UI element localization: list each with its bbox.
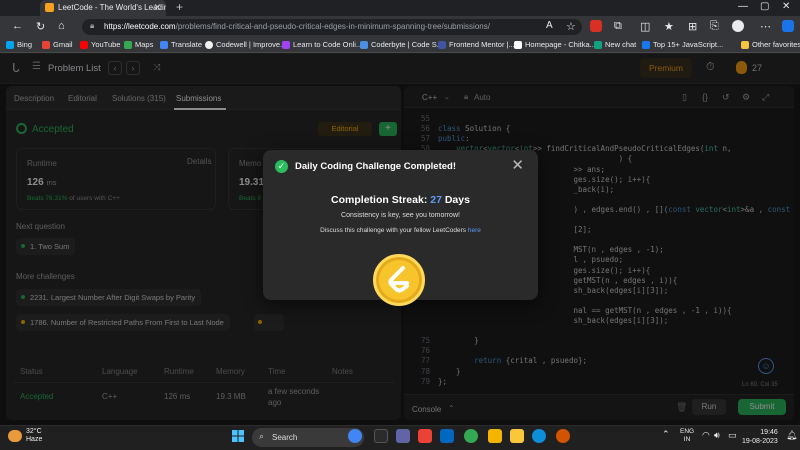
task-view-icon[interactable] xyxy=(374,429,388,443)
bookmark-gmail[interactable]: Gmail xyxy=(42,40,73,49)
tab-close-icon[interactable]: ✕ xyxy=(153,2,161,13)
app-red-icon[interactable] xyxy=(418,429,432,443)
daily-challenge-modal: ✓ Daily Coding Challenge Completed! ✕ Co… xyxy=(263,150,538,306)
frontend-mentor-icon xyxy=(438,41,446,49)
split-screen-icon[interactable]: ◫ xyxy=(640,20,650,33)
bookmark-translate[interactable]: Translate xyxy=(160,40,202,49)
browser-tab[interactable]: LeetCode - The World's Leading ✕ xyxy=(40,0,166,16)
codewell-icon xyxy=(205,41,213,49)
taskbar-clock[interactable]: 19:46 19-08-2023 xyxy=(742,428,778,446)
url-host: https://leetcode.com xyxy=(104,22,176,31)
folder-icon xyxy=(741,41,749,49)
bookmark-top-javascript[interactable]: Top 15+ JavaScript... xyxy=(642,40,723,49)
bing-icon xyxy=(6,41,14,49)
bookmark-frontend-mentor[interactable]: Frontend Mentor |... xyxy=(438,40,515,49)
bookmark-other-favorites[interactable]: Other favorites xyxy=(738,40,800,49)
translate-icon xyxy=(160,41,168,49)
url-path: /problems/find-critical-and-pseudo-criti… xyxy=(175,22,490,31)
extension-red-icon[interactable] xyxy=(590,20,602,32)
language-indicator[interactable]: ENG IN xyxy=(680,428,694,444)
discuss-message: Discuss this challenge with your fellow … xyxy=(320,227,481,234)
app-yellow-icon[interactable] xyxy=(488,429,502,443)
gmail-icon xyxy=(42,41,50,49)
modal-close-button[interactable]: ✕ xyxy=(511,156,524,174)
bookmark-coderbyte[interactable]: Coderbyte | Code S... xyxy=(360,40,443,49)
new-tab-button[interactable]: + xyxy=(176,0,183,14)
consistency-message: Consistency is key, see you tomorrow! xyxy=(341,212,460,219)
completion-streak: Completion Streak: 27 Days xyxy=(331,194,470,206)
tray-chevron-up-icon[interactable]: ⌃ xyxy=(662,429,670,440)
favorites-icon[interactable]: ★ xyxy=(664,20,674,33)
wifi-icon[interactable]: ◠ xyxy=(702,430,710,441)
browser-tab-strip: LeetCode - The World's Leading ✕ + — ▢ ✕ xyxy=(0,0,800,16)
windows-start-icon[interactable] xyxy=(232,430,244,442)
leetcode-coin-badge-icon xyxy=(373,254,425,306)
maximize-icon[interactable]: ▢ xyxy=(760,1,769,12)
leetcode-favicon-icon xyxy=(45,3,54,12)
window-close-icon[interactable]: ✕ xyxy=(782,1,790,12)
search-label: Search xyxy=(272,433,298,442)
edge-copilot-icon[interactable] xyxy=(782,20,794,32)
notifications-icon[interactable]: 🔔︎ xyxy=(786,430,797,441)
chrome-icon[interactable] xyxy=(464,429,478,443)
bookmark-chitkara[interactable]: Homepage - Chitka... xyxy=(514,40,596,49)
chat-icon xyxy=(594,41,602,49)
bookmark-youtube[interactable]: YouTube xyxy=(80,40,120,49)
youtube-icon xyxy=(80,41,88,49)
collections-icon[interactable]: ⊞ xyxy=(688,20,697,33)
tab-title: LeetCode - The World's Leading xyxy=(58,3,166,12)
search-icon: ⌕ xyxy=(259,431,265,441)
profile-avatar[interactable] xyxy=(732,20,744,32)
address-bar[interactable]: 🔒︎ https://leetcode.com/problems/find-cr… xyxy=(82,19,582,35)
chitkara-icon xyxy=(514,41,522,49)
file-explorer-icon[interactable] xyxy=(510,429,524,443)
refresh-icon[interactable]: ↻ xyxy=(36,20,45,33)
home-icon[interactable]: ⌂ xyxy=(58,20,65,32)
extensions-icon[interactable]: ⧉ xyxy=(614,20,622,33)
discuss-link[interactable]: here xyxy=(468,227,481,234)
minimize-icon[interactable]: — xyxy=(738,1,748,12)
weather-widget[interactable]: 32°C Haze xyxy=(26,428,42,444)
bing-chat-icon[interactable] xyxy=(348,429,362,443)
favorite-star-icon[interactable]: ☆ xyxy=(566,20,576,33)
volume-icon[interactable]: 🔊︎ xyxy=(714,430,720,441)
bookmark-new-chat[interactable]: New chat xyxy=(594,40,636,49)
bookmark-maps[interactable]: Maps xyxy=(124,40,153,49)
battery-icon[interactable]: ▭ xyxy=(728,430,737,441)
lock-icon: 🔒︎ xyxy=(90,21,95,30)
share-icon[interactable]: ⎘ xyxy=(710,20,719,33)
success-check-icon: ✓ xyxy=(275,160,288,173)
maps-icon xyxy=(124,41,132,49)
facebook-icon xyxy=(642,41,650,49)
back-icon[interactable]: ← xyxy=(12,20,23,32)
bookmark-codewell[interactable]: Codewell | Improve... xyxy=(205,40,286,49)
learn-icon xyxy=(282,41,290,49)
read-aloud-icon[interactable]: A xyxy=(546,20,553,31)
modal-title: Daily Coding Challenge Completed! xyxy=(295,161,456,172)
edge-icon[interactable] xyxy=(532,429,546,443)
bookmark-learn-to-code[interactable]: Learn to Code Onli... xyxy=(282,40,362,49)
brave-icon[interactable] xyxy=(556,429,570,443)
bookmark-bing[interactable]: Bing xyxy=(6,40,32,49)
weather-haze-icon[interactable] xyxy=(8,430,22,442)
more-menu-icon[interactable]: ⋯ xyxy=(760,20,771,33)
store-icon[interactable] xyxy=(440,429,454,443)
coderbyte-icon xyxy=(360,41,368,49)
teams-icon[interactable] xyxy=(396,429,410,443)
